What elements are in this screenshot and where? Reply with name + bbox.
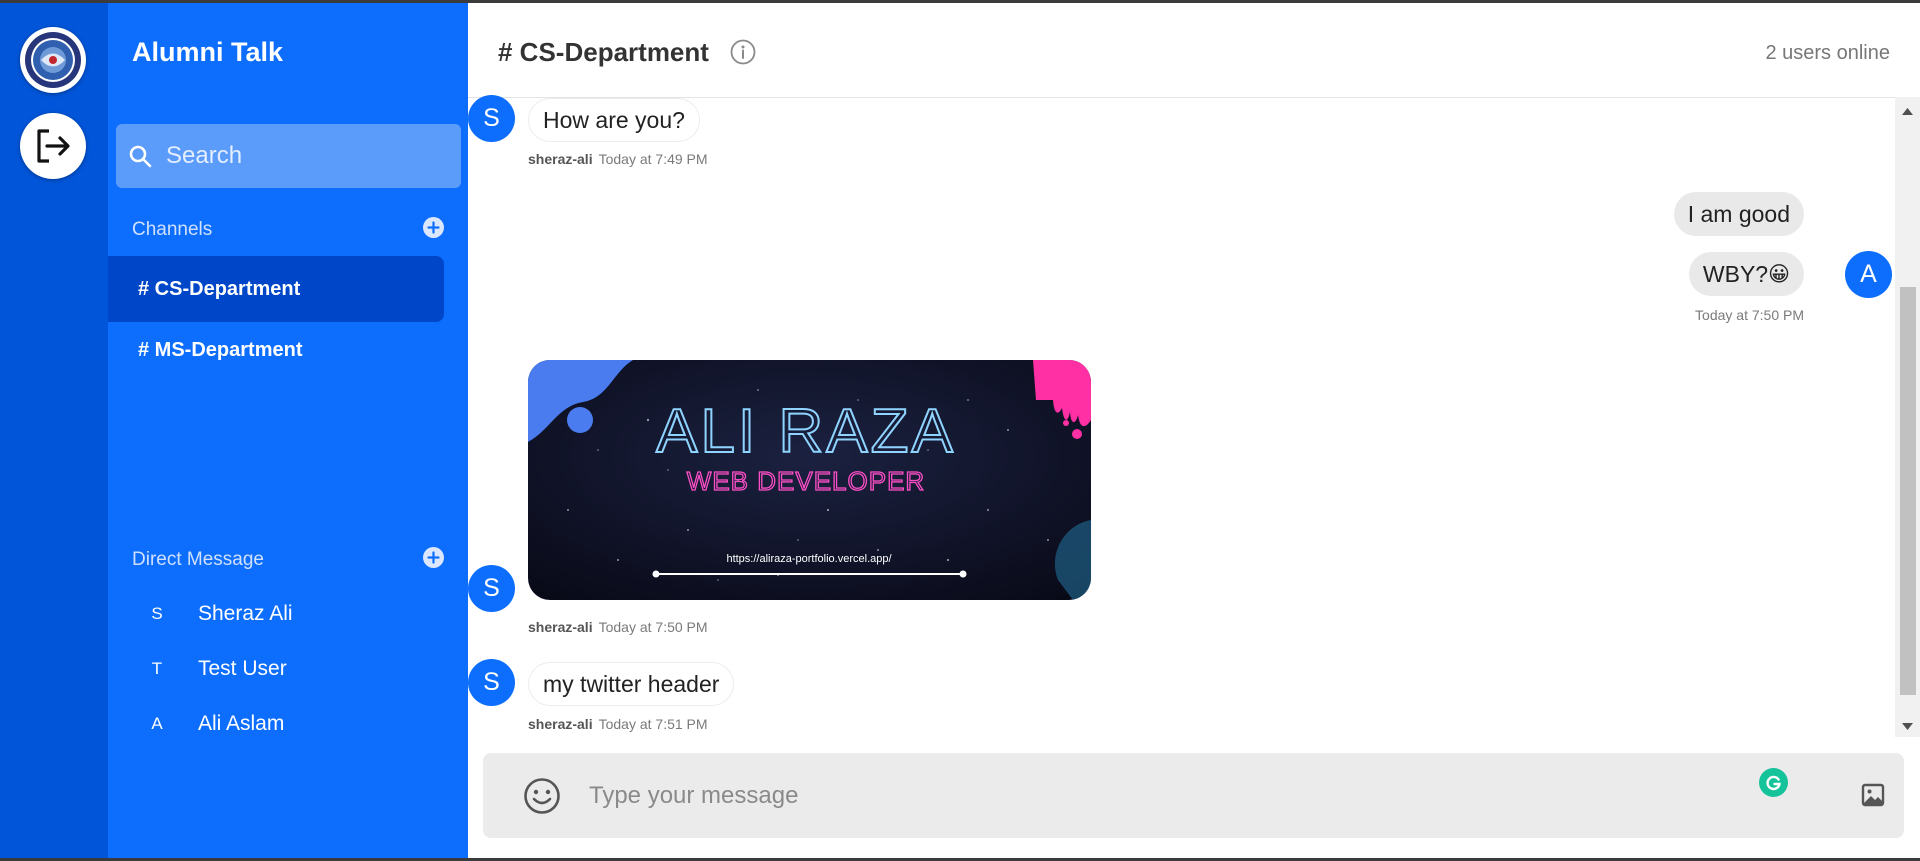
scrollbar[interactable]: [1895, 97, 1920, 737]
plus-icon: [427, 551, 440, 564]
image-url: https://aliraza-portfolio.vercel.app/: [726, 553, 892, 565]
university-seal-icon[interactable]: [20, 27, 86, 93]
smiley-icon[interactable]: [523, 777, 561, 815]
scroll-up-arrow-icon[interactable]: [1902, 107, 1913, 115]
plus-icon: [427, 221, 440, 234]
message-author: sheraz-ali: [528, 619, 593, 635]
search-box[interactable]: [116, 124, 461, 188]
icon-rail: [0, 3, 108, 858]
app-title: Alumni Talk: [132, 37, 284, 67]
image-subline: WEB DEVELOPER: [687, 466, 925, 496]
add-direct-message-button[interactable]: [423, 547, 444, 568]
message-bubble: I am good: [1673, 192, 1804, 236]
avatar: S: [468, 659, 515, 706]
search-icon: [129, 145, 152, 168]
dm-initial: S: [151, 604, 163, 623]
message-time: Today at 7:50 PM: [598, 619, 708, 635]
channel-item-ms-department[interactable]: # MS-Department: [108, 317, 444, 383]
dm-item-ali-aslam[interactable]: A Ali Aslam: [108, 701, 444, 747]
online-users-status: 2 users online: [1765, 42, 1890, 64]
channel-label: # CS-Department: [138, 277, 301, 300]
channel-label: # MS-Department: [138, 338, 303, 361]
add-channel-button[interactable]: [423, 217, 444, 238]
avatar: S: [468, 565, 515, 612]
logout-icon: [37, 129, 70, 163]
search-input[interactable]: [164, 141, 448, 171]
message-bubble: WBY? 😀: [1688, 252, 1804, 296]
avatar: S: [468, 95, 515, 142]
message-bubble: How are you?: [528, 98, 700, 142]
avatar: A: [1845, 251, 1892, 298]
dm-item-test-user[interactable]: T Test User: [108, 646, 444, 692]
channels-label: Channels: [132, 219, 213, 240]
message-author: sheraz-ali: [528, 151, 593, 167]
message-meta: sheraz-ali Today at 7:49 PM: [528, 151, 708, 167]
grammarly-icon[interactable]: [1759, 768, 1788, 797]
info-icon[interactable]: [730, 39, 756, 65]
image-headline: ALI RAZA: [656, 397, 956, 466]
sidebar: Alumni Talk Channels # CS-Department # M…: [108, 3, 468, 858]
chat-header: # CS-Department 2 users online: [468, 3, 1920, 98]
dm-name: Sheraz Ali: [198, 602, 293, 625]
message-time: Today at 7:51 PM: [598, 716, 708, 732]
message-time: Today at 7:50 PM: [1695, 307, 1804, 323]
message-input[interactable]: [587, 773, 1691, 819]
scroll-down-arrow-icon[interactable]: [1902, 723, 1913, 731]
emoji-icon: 😀: [1768, 262, 1790, 286]
dm-item-sheraz-ali[interactable]: S Sheraz Ali: [108, 591, 444, 637]
message-bubble: my twitter header: [528, 662, 735, 706]
logout-button[interactable]: [20, 113, 86, 179]
message-text: WBY?: [1702, 260, 1769, 287]
scrollbar-thumb[interactable]: [1900, 287, 1916, 695]
message-image[interactable]: ALI RAZA WEB DEVELOPER https://aliraza-p…: [528, 360, 1091, 600]
direct-message-label: Direct Message: [132, 549, 264, 570]
message-time: Today at 7:49 PM: [598, 151, 708, 167]
dm-initial: A: [151, 714, 163, 733]
dm-initial: T: [151, 659, 163, 678]
channel-item-cs-department[interactable]: # CS-Department: [108, 256, 444, 322]
twitter-header-image: ALI RAZA WEB DEVELOPER https://aliraza-p…: [528, 360, 1091, 600]
message-composer: [483, 753, 1904, 838]
dm-name: Ali Aslam: [198, 712, 285, 735]
message-meta: sheraz-ali Today at 7:50 PM: [528, 619, 708, 635]
channel-title: # CS-Department: [498, 37, 709, 67]
message-author: sheraz-ali: [528, 716, 593, 732]
image-icon[interactable]: [1861, 783, 1885, 807]
dm-name: Test User: [198, 657, 287, 680]
chat-panel: # CS-Department 2 users online S How are…: [468, 3, 1920, 858]
message-meta: sheraz-ali Today at 7:51 PM: [528, 716, 708, 732]
